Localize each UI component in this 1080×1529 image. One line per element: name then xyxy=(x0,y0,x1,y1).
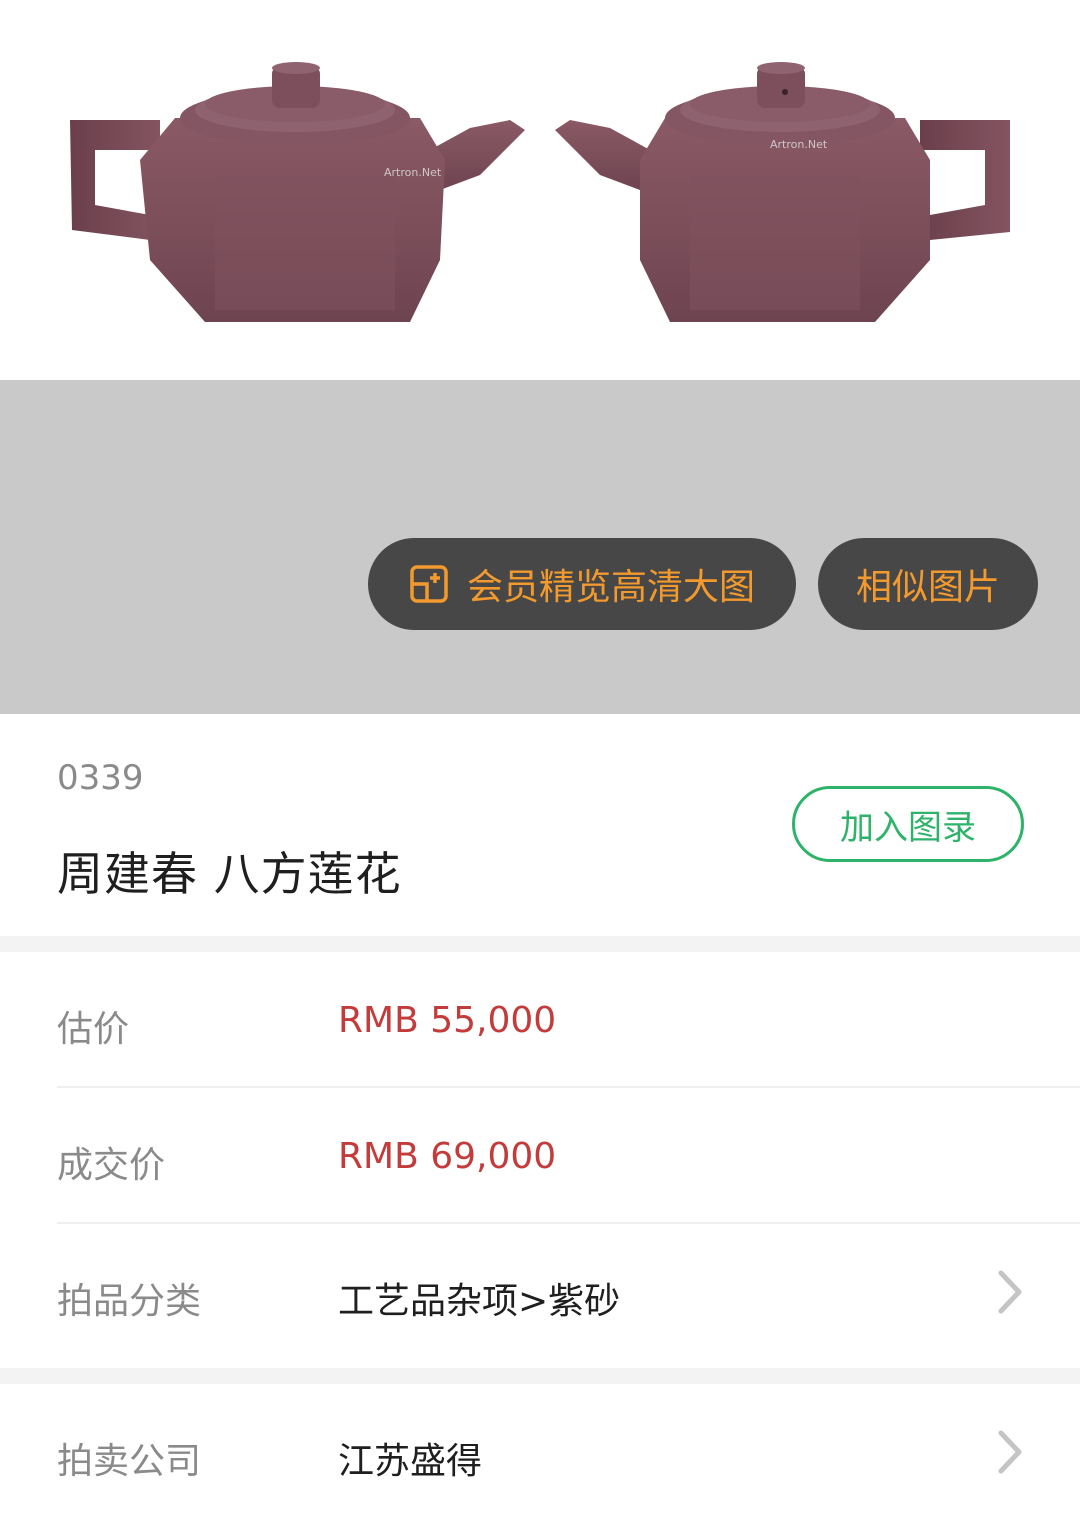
similar-images-label: 相似图片 xyxy=(855,567,1000,608)
add-to-catalog-button[interactable]: 加入图录 xyxy=(792,786,1024,862)
category-value: 工艺品杂项>紫砂 xyxy=(338,1281,621,1322)
auction-company-row[interactable]: 拍卖公司 江苏盛得 xyxy=(0,1384,1080,1529)
lot-number: 0339 xyxy=(57,758,144,798)
hd-view-button[interactable]: 会员精览高清大图 xyxy=(368,538,796,630)
auction-company-value: 江苏盛得 xyxy=(338,1441,483,1482)
teapot-left xyxy=(70,62,525,322)
section-divider xyxy=(0,936,1080,952)
lot-header: 0339 周建春 八方莲花 加入图录 xyxy=(0,714,1080,936)
image-action-bar: 会员精览高清大图 相似图片 xyxy=(0,380,1080,714)
section-divider xyxy=(0,1368,1080,1384)
category-row[interactable]: 拍品分类 工艺品杂项>紫砂 xyxy=(0,1224,1080,1368)
watermark-left: Artron.Net xyxy=(384,166,442,179)
estimate-label: 估价 xyxy=(57,1009,130,1050)
chevron-right-icon xyxy=(998,1270,1022,1314)
similar-images-button[interactable]: 相似图片 xyxy=(818,538,1038,630)
sold-price-value: RMB 69,000 xyxy=(338,1136,557,1177)
sold-price-row: 成交价 RMB 69,000 xyxy=(0,1088,1080,1224)
auction-company-label: 拍卖公司 xyxy=(57,1441,202,1482)
watermark-right: Artron.Net xyxy=(770,138,828,151)
estimate-row: 估价 RMB 55,000 xyxy=(0,952,1080,1088)
image-add-icon xyxy=(410,565,448,603)
hd-view-label: 会员精览高清大图 xyxy=(466,567,755,608)
teapot-photo xyxy=(70,62,1010,322)
estimate-value: RMB 55,000 xyxy=(338,1000,557,1041)
category-label: 拍品分类 xyxy=(57,1281,202,1322)
lot-title: 周建春 八方莲花 xyxy=(57,847,402,901)
chevron-right-icon xyxy=(998,1430,1022,1474)
sold-price-label: 成交价 xyxy=(57,1145,166,1186)
product-image[interactable]: Artron.Net Artron.Net xyxy=(0,0,1080,380)
teapot-right xyxy=(555,62,1010,322)
